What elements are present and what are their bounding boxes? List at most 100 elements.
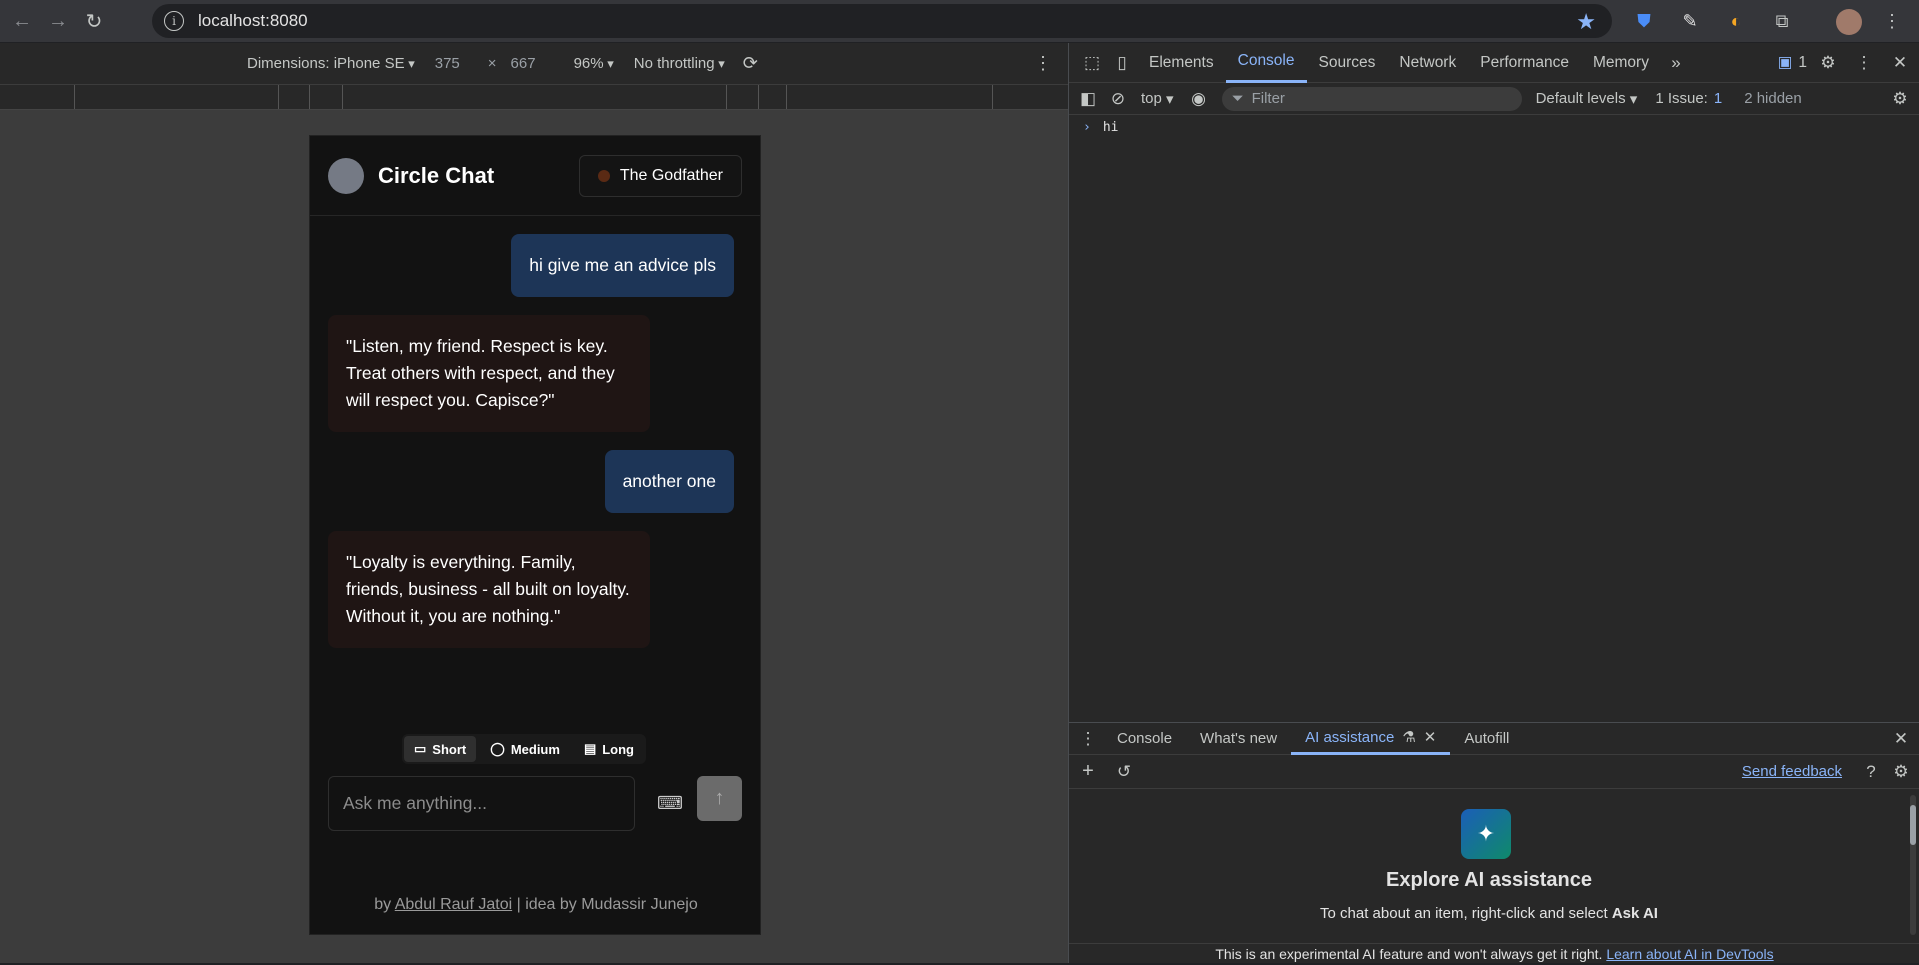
app-header: Circle Chat The Godfather [310,136,760,216]
throttling-select[interactable]: No throttling [634,55,725,72]
bot-message: "Listen, my friend. Respect is key. Trea… [328,315,650,432]
ai-subtitle: To chat about an item, right-click and s… [1069,905,1909,922]
more-tabs-icon[interactable]: » [1661,48,1691,78]
drawer-menu-icon[interactable]: ⋮ [1073,724,1103,754]
tab-performance[interactable]: Performance [1468,43,1581,83]
devtools-tabbar: ⬚ ▯ Elements Console Sources Network Per… [1069,43,1919,83]
avatar [328,157,364,194]
drawer-tabbar: ⋮ Console What's new AI assistance ⚗ ✕ A… [1069,723,1919,755]
media-query-ruler [0,85,1068,110]
issues-badge: 1 [1798,53,1807,71]
moon-extension-icon[interactable]: ◐ [1724,9,1748,33]
learn-more-link[interactable]: Learn about AI in DevTools [1606,946,1773,962]
tab-sources[interactable]: Sources [1307,43,1388,83]
length-label: Long [602,741,634,757]
help-icon[interactable]: ? [1856,757,1886,787]
arrow-up-icon: ↑ [714,787,725,809]
eyedropper-extension-icon[interactable]: ✎ [1678,9,1702,33]
filter-funnel-icon: ⏷ [1231,90,1244,107]
issues-label[interactable]: 1 Issue: [1655,90,1708,107]
back-button[interactable]: ← [8,7,36,35]
ai-settings-gear-icon[interactable]: ⚙ [1886,757,1916,787]
drawer-tab-whats-new[interactable]: What's new [1186,723,1291,755]
console-filter-input[interactable]: ⏷ Filter [1221,86,1522,111]
chat-app: Circle Chat The Godfather hi give me an … [309,135,761,935]
height-input[interactable]: 667 [511,55,536,72]
reload-button[interactable]: ↻ [80,7,108,35]
profile-avatar[interactable] [1836,9,1862,35]
response-length-selector: ▭ Short ◯ Medium ▤ Long [402,734,646,764]
tab-memory[interactable]: Memory [1581,43,1661,83]
history-icon[interactable]: ↺ [1109,757,1139,787]
close-drawer-icon[interactable]: ✕ [1886,724,1916,754]
inspect-element-icon[interactable]: ⬚ [1077,48,1107,78]
settings-gear-icon[interactable]: ⚙ [1813,48,1843,78]
send-button[interactable]: ↑ [697,776,742,821]
issues-message-icon[interactable]: ▣ [1778,53,1793,72]
close-tab-icon[interactable]: ✕ [1424,728,1437,746]
footer-suffix: | idea by Mudassir Junejo [512,896,698,913]
clear-console-icon[interactable]: ⊘ [1103,84,1133,114]
ai-toolbar: + ↺ Send feedback ? ⚙ [1069,755,1919,789]
forward-button[interactable]: → [44,7,72,35]
context-select[interactable]: top [1141,90,1162,107]
drawer-tab-console[interactable]: Console [1103,723,1186,755]
length-long-button[interactable]: ▤ Long [574,736,644,762]
persona-dot-icon [597,169,610,182]
app-title: Circle Chat [378,162,495,188]
ai-subtitle-bold: Ask AI [1611,905,1658,922]
log-levels-select[interactable]: Default levels [1536,90,1626,107]
device-select[interactable]: Dimensions: iPhone SE [247,55,415,72]
flask-icon: ⚗ [1402,729,1416,746]
chat-input[interactable]: Ask me anything... [328,776,635,831]
ai-title: Explore AI assistance [1385,869,1593,891]
tab-network[interactable]: Network [1387,43,1468,83]
bot-message: "Loyalty is everything. Family, friends,… [328,531,650,648]
persona-button[interactable]: The Godfather [578,154,742,197]
devtools-menu-icon[interactable]: ⋮ [1849,48,1879,78]
hidden-count: 2 hidden [1744,90,1802,107]
tab-console[interactable]: Console [1225,43,1307,83]
tab-elements[interactable]: Elements [1137,43,1226,83]
live-expression-eye-icon[interactable]: ◉ [1184,84,1214,114]
console-log-entry: › hi [1069,115,1919,139]
back-arrow-icon: ← [12,9,32,32]
device-emulation-toolbar: Dimensions: iPhone SE 375 × 667 96% No t… [0,43,1068,85]
site-info-icon[interactable]: i [164,11,184,31]
drawer-tab-autofill[interactable]: Autofill [1450,723,1523,755]
console-settings-gear-icon[interactable]: ⚙ [1885,84,1915,114]
user-message: hi give me an advice pls [511,234,734,297]
bookmark-star-icon[interactable]: ★ [1576,9,1596,35]
zoom-select[interactable]: 96% [574,55,614,72]
ai-sparkle-icon: ✦ [1461,809,1511,859]
keyboard-icon[interactable]: ⌨ [649,782,691,824]
device-toolbar-icon[interactable]: ▯ [1107,48,1137,78]
sidebar-toggle-icon[interactable]: ◧ [1073,84,1103,114]
close-devtools-icon[interactable]: ✕ [1885,48,1915,78]
address-bar[interactable]: i localhost:8080 ★ [152,4,1612,38]
chat-bubble-square-icon: ▭ [414,741,427,756]
forward-arrow-icon: → [48,9,68,32]
chat-bubble-round-icon: ◯ [490,741,505,756]
drawer-scrollbar[interactable] [1910,795,1916,935]
author-link[interactable]: Abdul Rauf Jatoi [395,896,512,913]
more-options-icon[interactable]: ⋮ [1034,53,1052,74]
chrome-menu-icon[interactable]: ⋮ [1880,9,1904,33]
app-footer: by Abdul Rauf Jatoi | idea by Mudassir J… [310,896,762,914]
send-feedback-link[interactable]: Send feedback [1742,763,1842,780]
ai-disclaimer-text: This is an experimental AI feature and w… [1215,946,1607,962]
filter-placeholder: Filter [1251,90,1285,107]
extensions-puzzle-icon[interactable]: ⧉ [1770,9,1794,33]
issues-count[interactable]: 1 [1714,90,1722,107]
shield-extension-icon[interactable]: ⛊ [1632,9,1656,33]
browser-toolbar: ← → ↻ i localhost:8080 ★ ⛊ ✎ ◐ ⧉ ⋮ [0,0,1919,42]
width-input[interactable]: 375 [435,55,460,72]
new-chat-plus-icon[interactable]: + [1073,757,1103,787]
chevron-right-icon: › [1083,119,1091,135]
length-medium-button[interactable]: ◯ Medium [480,736,570,762]
footer-prefix: by [374,896,395,913]
drawer-tab-ai-assistance[interactable]: AI assistance ⚗ ✕ [1291,723,1451,755]
rotate-icon[interactable]: ⟳ [743,53,758,74]
length-short-button[interactable]: ▭ Short [404,736,477,762]
devtools-panel: ⬚ ▯ Elements Console Sources Network Per… [1068,43,1919,963]
